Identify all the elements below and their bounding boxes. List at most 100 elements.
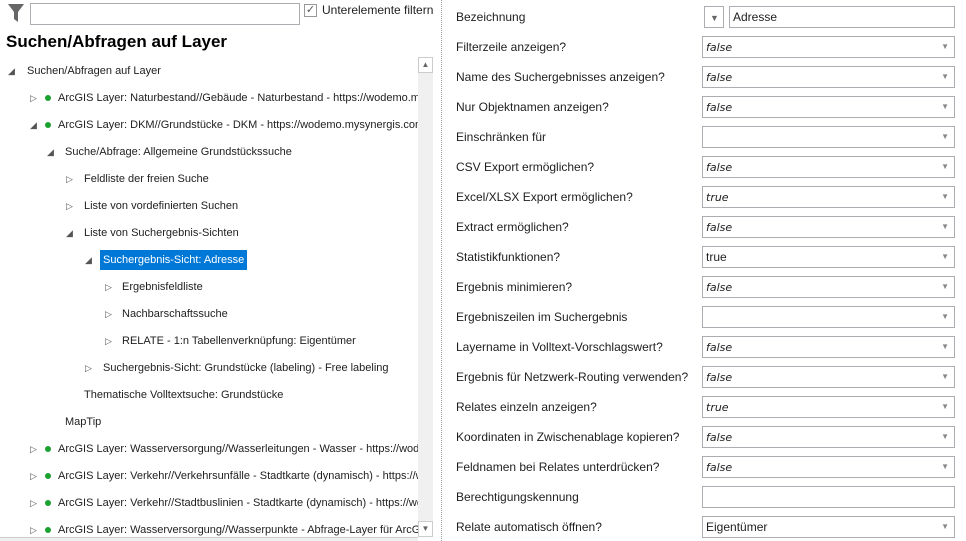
tree-item[interactable]: ▷ ArcGIS Layer: Wasserversorgung//Wasserl… (0, 439, 418, 459)
chevron-down-icon[interactable]: ▼ (941, 367, 949, 387)
chevron-down-icon[interactable]: ▼ (941, 67, 949, 87)
expand-arrow-icon[interactable]: ▷ (30, 439, 40, 459)
expand-arrow-icon[interactable]: ▷ (66, 169, 76, 189)
tree-item[interactable]: ▷ Liste von vordefinierten Suchen (0, 196, 418, 216)
subfilter-checkbox[interactable]: ✓ (304, 4, 317, 17)
collapse-arrow-icon[interactable]: ◢ (47, 142, 57, 162)
tree-item[interactable]: ▷ Ergebnisfeldliste (0, 277, 418, 297)
chevron-down-icon[interactable]: ▼ (941, 397, 949, 417)
tree-item[interactable]: ◢ Suche/Abfrage: Allgemeine Grundstückssu… (0, 142, 418, 162)
chevron-down-icon[interactable]: ▼ (941, 217, 949, 237)
tree-item[interactable]: ▷ Suchergebnis-Sicht: Grundstücke (labeli… (0, 358, 418, 378)
property-value: false (706, 431, 733, 444)
horizontal-scrollbar[interactable] (0, 537, 418, 541)
value-dropdown-button[interactable]: ▼ (704, 6, 724, 28)
filter-input[interactable] (30, 3, 300, 25)
property-label: Ergebnis minimieren? (456, 280, 573, 294)
property-dropdown[interactable]: true ▼ (702, 246, 955, 268)
vertical-scrollbar[interactable]: ▲ ▼ (418, 57, 433, 537)
tree-item[interactable]: ▷ ArcGIS Layer: Verkehr//Stadtbuslinien -… (0, 493, 418, 513)
collapse-arrow-icon[interactable]: ◢ (85, 250, 95, 270)
property-dropdown[interactable]: ▼ (702, 126, 955, 148)
chevron-down-icon[interactable]: ▼ (941, 457, 949, 477)
property-dropdown[interactable]: false ▼ (702, 336, 955, 358)
property-text-input[interactable] (702, 486, 955, 508)
tree-item-label: Ergebnisfeldliste (122, 281, 203, 293)
tree-item[interactable]: MapTip (0, 412, 418, 432)
chevron-down-icon[interactable]: ▼ (941, 427, 949, 447)
property-dropdown[interactable]: false ▼ (702, 66, 955, 88)
chevron-down-icon[interactable]: ▼ (941, 247, 949, 267)
expand-arrow-icon[interactable]: ▷ (30, 466, 40, 486)
chevron-down-icon[interactable]: ▼ (941, 157, 949, 177)
tree-item-label: Liste von Suchergebnis-Sichten (84, 227, 239, 239)
chevron-down-icon[interactable]: ▼ (941, 307, 949, 327)
tree-item[interactable]: ▷ ArcGIS Layer: Wasserversorgung//Wasserp… (0, 520, 418, 537)
tree-item-label: Suchergebnis-Sicht: Adresse (100, 250, 248, 270)
tree-item[interactable]: ◢ Suchen/Abfragen auf Layer (0, 61, 418, 81)
property-label: Einschränken für (456, 130, 547, 144)
property-label: Nur Objektnamen anzeigen? (456, 100, 609, 114)
expand-arrow-icon[interactable]: ▷ (66, 196, 76, 216)
property-dropdown[interactable]: false ▼ (702, 276, 955, 298)
chevron-down-icon[interactable]: ▼ (941, 337, 949, 357)
chevron-down-icon[interactable]: ▼ (941, 187, 949, 207)
status-dot-icon (45, 527, 51, 533)
tree-item[interactable]: ▷ ArcGIS Layer: Verkehr//Verkehrsunfälle … (0, 466, 418, 486)
property-value: false (706, 341, 733, 354)
collapse-arrow-icon[interactable]: ◢ (30, 115, 40, 135)
status-dot-icon (45, 500, 51, 506)
property-dropdown[interactable]: true ▼ (702, 186, 955, 208)
property-label: Excel/XLSX Export ermöglichen? (456, 190, 633, 204)
property-dropdown[interactable]: true ▼ (702, 396, 955, 418)
expand-arrow-icon[interactable]: ▷ (85, 358, 95, 378)
tree-item-label: Suche/Abfrage: Allgemeine Grundstückssuc… (65, 146, 292, 158)
property-dropdown[interactable]: false ▼ (702, 96, 955, 118)
scroll-down-button[interactable]: ▼ (418, 521, 433, 537)
expand-arrow-icon[interactable]: ▷ (105, 304, 115, 324)
status-dot-icon (45, 446, 51, 452)
funnel-icon[interactable] (8, 4, 24, 22)
expand-arrow-icon[interactable]: ▷ (105, 277, 115, 297)
property-dropdown[interactable]: false ▼ (702, 426, 955, 448)
expand-arrow-icon[interactable]: ▷ (30, 520, 40, 537)
chevron-down-icon[interactable]: ▼ (941, 277, 949, 297)
property-dropdown[interactable]: false ▼ (702, 216, 955, 238)
collapse-arrow-icon[interactable]: ◢ (8, 61, 18, 81)
tree-item[interactable]: Thematische Volltextsuche: Grundstücke (0, 385, 418, 405)
chevron-down-icon[interactable]: ▼ (941, 127, 949, 147)
panel-splitter[interactable] (441, 0, 443, 541)
tree-item-label: ArcGIS Layer: Verkehr//Stadtbuslinien - … (58, 497, 418, 509)
tree-item[interactable]: ◢ Liste von Suchergebnis-Sichten (0, 223, 418, 243)
property-dropdown[interactable]: Eigentümer ▼ (702, 516, 955, 538)
expand-arrow-icon[interactable]: ▷ (30, 88, 40, 108)
tree-item[interactable]: ▷ ArcGIS Layer: Naturbestand//Gebäude - N… (0, 88, 418, 108)
property-dropdown[interactable]: false ▼ (702, 366, 955, 388)
property-label: Name des Suchergebnisses anzeigen? (456, 70, 665, 84)
chevron-down-icon[interactable]: ▼ (941, 37, 949, 57)
tree-item[interactable]: ▷ Feldliste der freien Suche (0, 169, 418, 189)
chevron-down-icon[interactable]: ▼ (941, 97, 949, 117)
property-text-input[interactable]: Adresse (729, 6, 955, 28)
property-value: true (706, 401, 729, 414)
tree-item-label: ArcGIS Layer: DKM//Grundstücke - DKM - h… (58, 119, 418, 131)
scroll-up-button[interactable]: ▲ (418, 57, 433, 73)
property-label: Koordinaten in Zwischenablage kopieren? (456, 430, 680, 444)
tree-view: ◢ Suchen/Abfragen auf Layer ▷ ArcGIS Layer:… (0, 57, 418, 537)
property-dropdown[interactable]: false ▼ (702, 156, 955, 178)
expand-arrow-icon[interactable]: ▷ (30, 493, 40, 513)
tree-item[interactable]: ▷ RELATE - 1:n Tabellenverknüpfung: Eigen… (0, 331, 418, 351)
tree-item[interactable]: ▷ Nachbarschaftssuche (0, 304, 418, 324)
property-value: false (706, 101, 733, 114)
property-dropdown[interactable]: false ▼ (702, 456, 955, 478)
expand-arrow-icon[interactable]: ▷ (105, 331, 115, 351)
property-value: false (706, 281, 733, 294)
property-dropdown[interactable]: false ▼ (702, 36, 955, 58)
property-dropdown[interactable]: ▼ (702, 306, 955, 328)
property-label: Extract ermöglichen? (456, 220, 569, 234)
collapse-arrow-icon[interactable]: ◢ (66, 223, 76, 243)
tree-item-label: Feldliste der freien Suche (84, 173, 209, 185)
tree-item[interactable]: ◢ ArcGIS Layer: DKM//Grundstücke - DKM - … (0, 115, 418, 135)
chevron-down-icon[interactable]: ▼ (941, 517, 949, 537)
tree-item[interactable]: ◢ Suchergebnis-Sicht: Adresse (0, 250, 418, 270)
